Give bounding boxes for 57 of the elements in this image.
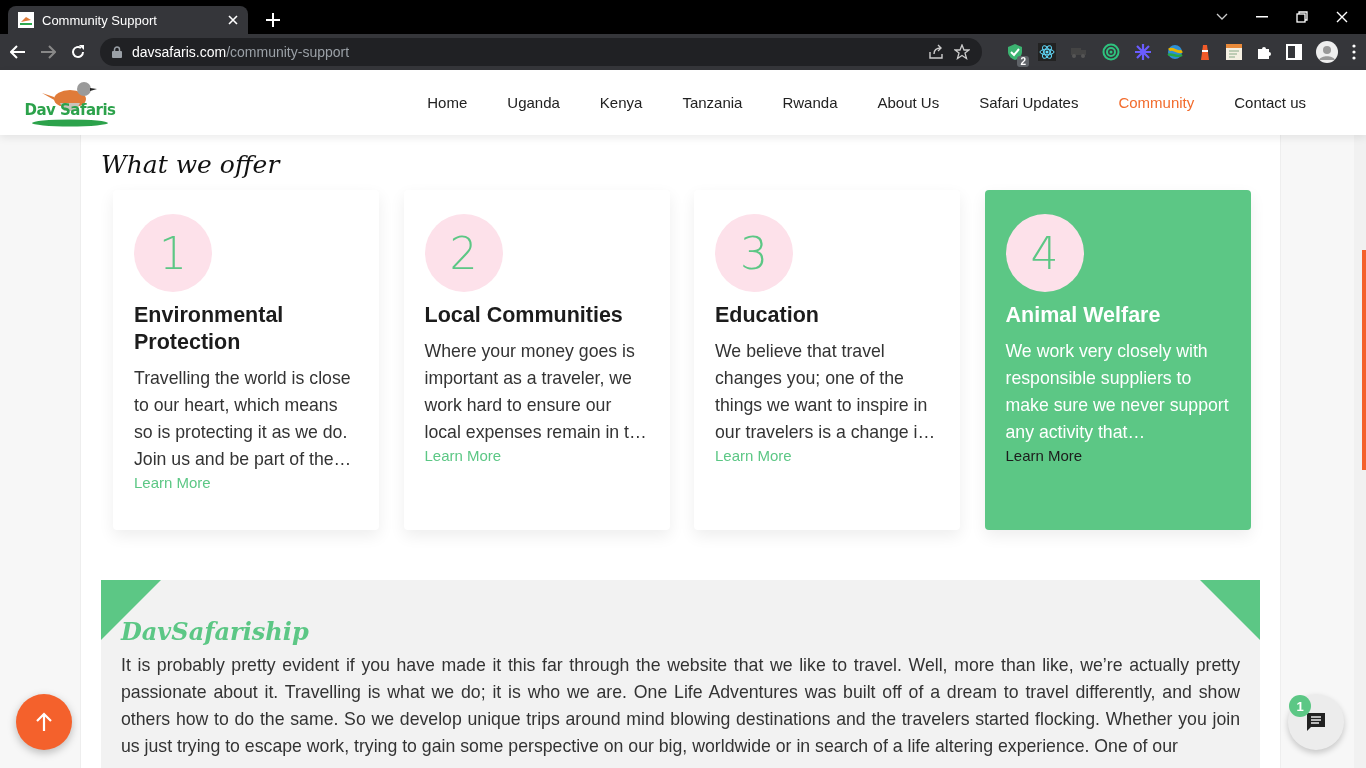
chat-icon [1305,711,1327,733]
restore-icon[interactable] [1296,11,1308,23]
nav-link[interactable]: Home [407,94,488,111]
tab-title: Community Support [42,12,158,28]
number-circle: 4 [1005,214,1084,292]
lock-icon [112,46,122,58]
share-icon[interactable] [928,44,944,60]
nav-link[interactable]: Safari Updates [959,94,1099,111]
panel-text: It is probably pretty evident if you have made it this far through the website that we like to travel. Well, more than like, we’re actually pretty passionate about it. Travelling is what we do; it is who we are. One Life Adventures was built off of a dream to travel differently, and show others how to do the same. So we develop unique trips around mind blowing destinations and the travelers started flocking. Whether you join us just trying to escape work, trying to gain some perspective on our big, worldwide or in search of a life altering experience. One of our [121,654,1240,758]
nav-link[interactable]: Uganda [487,94,580,111]
target-icon[interactable] [1102,43,1120,61]
close-icon[interactable] [228,15,238,25]
card-text: We work very closely with responsible suppliers to make sure we never support any activity that… [1005,340,1230,444]
nav-link[interactable]: Tanzania [662,94,763,111]
card-title: Environmental Protection [134,302,285,356]
more-icon[interactable] [1352,44,1356,60]
card-text: We believe that travel changes you; one of the things we want to inspire in our travelers is a change i… [715,340,937,444]
avatar-icon[interactable] [1316,41,1338,63]
scrollbar-thumb[interactable] [1362,250,1366,470]
url-text: davsafaris.com/community-support [132,44,350,60]
close-icon[interactable] [1336,11,1348,23]
forward-icon[interactable] [40,45,56,59]
lighthouse-icon[interactable] [1198,43,1212,61]
panel-title: DavSafariship [121,616,310,648]
star-icon[interactable] [954,44,970,60]
globe-icon[interactable] [1166,43,1184,61]
nav-link[interactable]: About Us [857,94,960,111]
extension-badge: 2 [1017,56,1029,67]
puzzle-icon[interactable] [1256,44,1272,60]
new-tab-icon[interactable] [266,13,280,27]
nav-link[interactable]: Rwanda [762,94,858,111]
address-bar[interactable]: davsafaris.com/community-support [100,38,982,66]
learn-more-link[interactable]: Learn More [1005,447,1083,465]
asterisk-icon[interactable] [1134,43,1152,61]
section-heading: What we offer [101,149,282,181]
minimize-icon[interactable] [1256,16,1268,18]
number-circle: 1 [134,214,212,292]
notification-badge: 1 [1289,695,1311,717]
arrow-up-icon [35,712,53,732]
scroll-to-top-button[interactable] [16,694,72,750]
card-text: Where your money goes is important as a traveler, we work hard to ensure our local expenses remain in t… [424,340,648,444]
nav-link[interactable]: Contact us [1214,94,1326,111]
card-title: Animal Welfare [1005,302,1162,329]
reload-icon[interactable] [70,44,86,60]
atom-icon[interactable] [1038,43,1056,61]
browser-tab[interactable]: Community Support [8,6,248,34]
card-text: Travelling the world is close to our heart, which means so is protecting it as we do. Join us and be part of the… [134,367,353,471]
back-icon[interactable] [10,45,26,59]
number-circle: 3 [715,214,793,292]
chat-button[interactable] [1288,694,1344,750]
sidebar-icon[interactable] [1286,44,1302,60]
chevron-down-icon[interactable] [1216,13,1228,21]
card-title: Local Communities [424,302,624,329]
card-title: Education [715,302,820,329]
nav-link[interactable]: Kenya [579,94,663,111]
number-circle: 2 [424,214,503,292]
favicon-icon [18,12,34,28]
